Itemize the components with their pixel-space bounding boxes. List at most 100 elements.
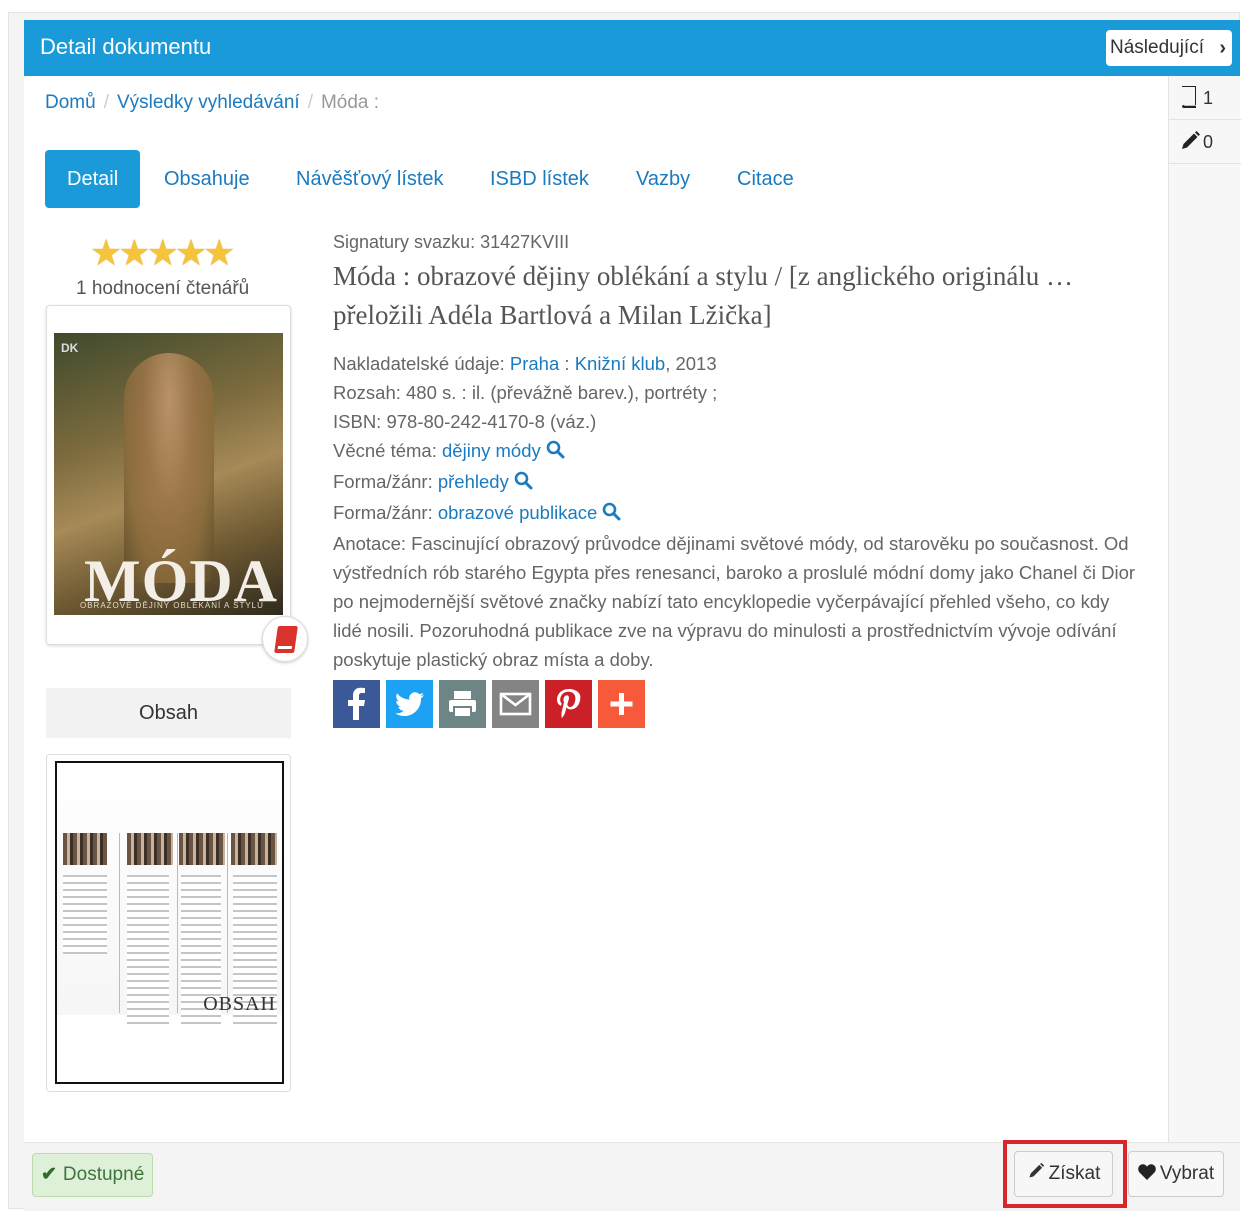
annotation-text: Fascinující obrazový průvodce dějinami s… [333,533,1136,670]
breadcrumb-current: Móda : [320,92,380,113]
side-books-item[interactable]: 1 [1169,76,1241,120]
search-icon[interactable] [602,500,621,529]
genre-link[interactable]: přehledy [438,471,509,492]
print-button[interactable] [439,680,486,728]
toc-divider [177,833,178,1013]
genre-row: Forma/žánr: obrazové publikace [333,498,1143,529]
signature-value: 31427KVIII [480,232,570,252]
check-icon: ✔ [41,1164,57,1185]
pinterest-icon [545,680,592,728]
signature-label: Signatury svazku: [333,232,476,252]
book-icon [1179,86,1199,113]
genre-label: Forma/žánr: [333,471,433,492]
publisher-year: , 2013 [665,353,717,374]
genre-row: Forma/žánr: přehledy [333,467,1143,498]
email-icon [492,680,539,728]
status-label: Dostupné [62,1164,145,1185]
twitter-icon [386,680,433,728]
toc-column [63,875,107,955]
more-icon [598,680,645,728]
cover-subtitle: OBRAZOVÉ DĚJINY OBLÉKÁNÍ A STYLU [80,601,264,610]
pencil-icon [1027,1153,1045,1197]
toc-photo [179,833,225,865]
contents-thumbnail-card[interactable]: OBSAH [46,754,291,1092]
availability-status[interactable]: ✔ Dostupné [32,1153,154,1197]
cover-card[interactable]: DK MÓDA OBRAZOVÉ DĚJINY OBLÉKÁNÍ A STYLU [46,305,291,645]
panel-title: Detail dokumentu [40,34,212,59]
star-icon[interactable]: ★ [175,232,207,273]
select-button[interactable]: Vybrat [1128,1151,1224,1197]
toc-photo [63,833,107,865]
star-icon[interactable]: ★ [90,232,122,273]
twitter-share-button[interactable] [386,680,433,728]
contents-button[interactable]: Obsah [46,688,291,738]
breadcrumb-results[interactable]: Výsledky vyhledávání [117,92,300,113]
annotation-row: Anotace: Fascinující obrazový průvodce d… [333,529,1143,674]
publisher-name-link[interactable]: Knižní klub [575,353,666,374]
isbn-value: 978-80-242-4170-8 (váz.) [386,411,597,432]
genre-link[interactable]: obrazové publikace [438,502,597,523]
next-document-button[interactable]: Následující › [1106,30,1232,66]
star-icon[interactable]: ★ [147,232,179,273]
publisher-label: Nakladatelské údaje: [333,353,505,374]
document-title: Móda : obrazové dějiny oblékání a stylu … [333,261,1074,330]
publisher-row: Nakladatelské údaje: Praha : Knižní klub… [333,353,717,374]
next-label: Následující [1110,37,1204,58]
print-icon [439,680,486,728]
star-icon[interactable]: ★ [118,232,150,273]
document-metadata: Nakladatelské údaje: Praha : Knižní klub… [333,349,1143,674]
breadcrumb-home[interactable]: Domů [45,92,96,113]
pinterest-share-button[interactable] [545,680,592,728]
book-cover-image[interactable]: DK MÓDA OBRAZOVÉ DĚJINY OBLÉKÁNÍ A STYLU [54,333,283,615]
toc-label: OBSAH [203,993,276,1015]
subject-link[interactable]: dějiny módy [442,440,541,461]
isbn-row: ISBN: 978-80-242-4170-8 (váz.) [333,407,1143,436]
contents-thumbnail[interactable]: OBSAH [55,761,284,1084]
tab-contains[interactable]: Obsahuje [164,150,250,208]
tab-label-card[interactable]: Návěšťový lístek [296,150,444,208]
isbn-label: ISBN: [333,411,382,432]
pencil-icon [1179,130,1201,157]
tab-isbd-card[interactable]: ISBD lístek [490,150,589,208]
select-label: Vybrat [1159,1163,1215,1184]
book-type-badge [262,616,308,662]
breadcrumb-separator: / [307,92,313,113]
get-button[interactable]: Získat [1014,1151,1113,1197]
side-notes-item[interactable]: 0 [1169,120,1241,164]
facebook-icon [333,680,380,728]
email-share-button[interactable] [492,680,539,728]
tab-citation[interactable]: Citace [737,150,794,208]
more-share-button[interactable] [598,680,645,728]
star-icon[interactable]: ★ [203,232,235,273]
cover-publisher-logo: DK [61,341,79,355]
books-count: 1 [1203,88,1214,108]
breadcrumb: Domů / Výsledky vyhledávání / Móda : [45,92,379,114]
notes-count: 0 [1203,132,1214,152]
toc-photo [231,833,277,865]
tab-detail[interactable]: Detail [45,150,141,208]
breadcrumb-separator: / [103,92,109,113]
subject-label: Věcné téma: [333,440,437,461]
chevron-right-icon: › [1219,37,1226,59]
subject-row: Věcné téma: dějiny módy [333,436,1143,467]
document-details: Signatury svazku: 31427KVIII Móda : obra… [333,232,1143,674]
tab-bindings[interactable]: Vazby [636,150,690,208]
side-toolbar: 1 0 [1168,76,1241,1142]
get-label: Získat [1048,1163,1101,1184]
search-icon[interactable] [514,469,533,498]
extent-row: Rozsah: 480 s. : il. (převážně barev.), … [333,378,1143,407]
facebook-share-button[interactable] [333,680,380,728]
toc-column [127,875,169,1025]
signature-line: Signatury svazku: 31427KVIII [333,232,1143,253]
rating-count: 1 hodnocení čtenářů [76,278,250,299]
extent-value: 480 s. : il. (převážně barev.), portréty… [406,382,718,403]
genre-label: Forma/žánr: [333,502,433,523]
extent-label: Rozsah: [333,382,401,403]
panel-header: Detail dokumentu Následující › [24,20,1240,76]
toc-divider [227,833,228,1013]
rating-stars[interactable]: ★★★★★ [90,232,235,274]
heart-icon [1138,1153,1156,1197]
search-icon[interactable] [546,438,565,467]
toc-photo [127,833,173,865]
publisher-place-link[interactable]: Praha [510,353,559,374]
